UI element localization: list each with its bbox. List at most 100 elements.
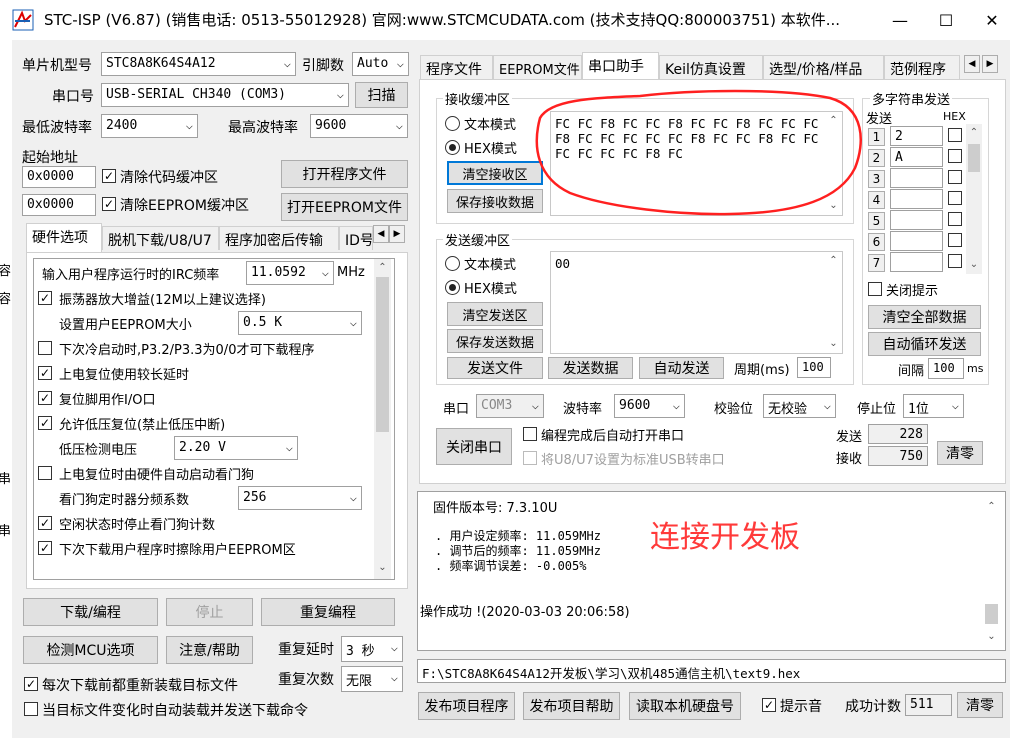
scroll-up-icon[interactable]: ⌃ (966, 124, 982, 141)
recv-hex-mode-radio[interactable] (445, 140, 460, 155)
send-data-button[interactable]: 发送数据 (548, 357, 633, 379)
lvr-checkbox[interactable]: ✓ (38, 416, 52, 430)
tab-id[interactable]: ID号 (339, 226, 373, 250)
download-button[interactable]: 下载/编程 (23, 598, 158, 626)
tab-keil-settings[interactable]: Keil仿真设置 (659, 55, 763, 79)
multi-string-input-3[interactable] (890, 168, 943, 188)
idle-wdt-checkbox[interactable]: ✓ (38, 516, 52, 530)
clear-count-button[interactable]: 清零 (937, 441, 983, 465)
multi-send-button-1[interactable]: 1 (868, 128, 885, 146)
help-button[interactable]: 注意/帮助 (166, 636, 253, 664)
reprogram-button[interactable]: 重复编程 (261, 598, 395, 626)
tab-eeprom-file[interactable]: EEPROM文件 (493, 55, 582, 79)
max-baud-select[interactable]: 9600 ⌵ (310, 114, 408, 138)
scroll-up-icon[interactable]: ⌃ (374, 259, 391, 276)
publish-program-button[interactable]: 发布项目程序 (418, 692, 515, 720)
scrollbar-thumb[interactable] (968, 144, 980, 172)
tab-hardware[interactable]: 硬件选项 (26, 223, 102, 253)
save-send-button[interactable]: 保存发送数据 (447, 329, 543, 353)
open-eeprom-button[interactable]: 打开EEPROM文件 (281, 193, 408, 221)
check-mcu-button[interactable]: 检测MCU选项 (23, 636, 158, 664)
wdt-div-select[interactable]: 256 ⌵ (238, 486, 362, 510)
eeprom-addr-input[interactable]: 0x0000 (22, 194, 96, 216)
send-file-button[interactable]: 发送文件 (447, 357, 543, 379)
stop-button[interactable]: 停止 (166, 598, 253, 626)
tab-scroll-right-icon[interactable]: ▶ (389, 225, 405, 243)
scrollbar-thumb[interactable] (985, 604, 998, 624)
hardware-options-scrollbar[interactable]: ⌃ ⌄ (374, 259, 391, 579)
osc-gain-checkbox[interactable]: ✓ (38, 291, 52, 305)
multi-send-button-4[interactable]: 4 (868, 191, 885, 209)
tab-examples[interactable]: 范例程序 (884, 55, 960, 79)
code-addr-input[interactable]: 0x0000 (22, 166, 96, 188)
multi-string-scrollbar[interactable]: ⌃ ⌄ (966, 124, 982, 274)
erase-eeprom-checkbox[interactable]: ✓ (38, 541, 52, 555)
period-input[interactable]: 100 (797, 357, 831, 378)
multi-string-input-6[interactable] (890, 231, 943, 251)
close-tip-checkbox[interactable] (868, 282, 882, 296)
multi-string-input-4[interactable] (890, 189, 943, 209)
publish-help-button[interactable]: 发布项目帮助 (523, 692, 620, 720)
scan-button[interactable]: 扫描 (355, 82, 408, 108)
tab-program-file[interactable]: 程序文件 (420, 55, 493, 79)
log-scrollbar[interactable]: ⌃ ⌄ (983, 498, 1000, 648)
multi-hex-checkbox-7[interactable] (948, 254, 962, 268)
tab-scroll-right-icon[interactable]: ▶ (982, 55, 998, 73)
multi-string-input-1[interactable]: 2 (890, 126, 943, 146)
multi-string-input-5[interactable] (890, 210, 943, 230)
scroll-down-icon[interactable]: ⌄ (983, 628, 1000, 645)
clear-eeprom-checkbox[interactable]: ✓ (102, 197, 116, 211)
multi-hex-checkbox-2[interactable] (948, 149, 962, 163)
scroll-up-icon[interactable]: ⌃ (983, 498, 1000, 515)
beep-checkbox[interactable]: ✓ (762, 698, 776, 712)
send-scrollbar[interactable]: ⌃ ⌄ (825, 252, 842, 353)
multi-send-button-6[interactable]: 6 (868, 233, 885, 251)
tab-scroll-left-icon[interactable]: ◀ (373, 225, 389, 243)
scroll-up-icon[interactable]: ⌃ (825, 252, 842, 269)
wdt-auto-checkbox[interactable] (38, 466, 52, 480)
tab-scroll-left-icon[interactable]: ◀ (964, 55, 980, 73)
min-baud-select[interactable]: 2400 ⌵ (101, 114, 198, 138)
tab-encrypt[interactable]: 程序加密后传输 (219, 226, 339, 250)
send-hex-mode-radio[interactable] (445, 280, 460, 295)
open-program-button[interactable]: 打开程序文件 (281, 160, 408, 188)
clear-code-checkbox[interactable]: ✓ (102, 169, 116, 183)
serial-port-select[interactable]: COM3 ⌵ (476, 394, 544, 418)
tab-offline[interactable]: 脱机下载/U8/U7 (102, 226, 219, 250)
autoload-checkbox[interactable] (24, 702, 38, 716)
save-receive-button[interactable]: 保存接收数据 (447, 189, 543, 213)
pins-select[interactable]: Auto ⌵ (352, 52, 409, 76)
multi-string-input-2[interactable]: A (890, 147, 943, 167)
interval-input[interactable]: 100 (928, 358, 964, 379)
irc-select[interactable]: 11.0592 ⌵ (246, 261, 334, 285)
multi-hex-checkbox-6[interactable] (948, 233, 962, 247)
close-port-button[interactable]: 关闭串口 (436, 428, 512, 465)
multi-send-button-2[interactable]: 2 (868, 149, 885, 167)
success-count-clear-button[interactable]: 清零 (957, 692, 1003, 718)
auto-open-checkbox[interactable] (523, 427, 537, 441)
cold-start-checkbox[interactable] (38, 341, 52, 355)
retry-delay-select[interactable]: 3 秒 ⌵ (341, 636, 403, 662)
usb-serial-checkbox[interactable] (523, 451, 537, 465)
multi-send-button-3[interactable]: 3 (868, 170, 885, 188)
mcu-type-select[interactable]: STC8A8K64S4A12 ⌵ (101, 52, 296, 76)
clear-send-button[interactable]: 清空发送区 (447, 302, 543, 326)
maximize-button[interactable]: ☐ (923, 0, 969, 40)
reload-checkbox[interactable]: ✓ (24, 677, 38, 691)
stop-bits-select[interactable]: 1位 ⌵ (903, 394, 964, 418)
clear-receive-button[interactable]: 清空接收区 (447, 161, 543, 185)
auto-send-button[interactable]: 自动发送 (639, 357, 724, 379)
lvd-select[interactable]: 2.20 V ⌵ (174, 436, 298, 460)
multi-hex-checkbox-4[interactable] (948, 191, 962, 205)
multi-hex-checkbox-3[interactable] (948, 170, 962, 184)
multi-hex-checkbox-1[interactable] (948, 128, 962, 142)
por-delay-checkbox[interactable]: ✓ (38, 366, 52, 380)
read-disk-id-button[interactable]: 读取本机硬盘号 (629, 692, 741, 720)
port-select[interactable]: USB-SERIAL CH340 (COM3) ⌵ (101, 83, 349, 107)
send-text-mode-radio[interactable] (445, 256, 460, 271)
tab-selection-price[interactable]: 选型/价格/样品 (763, 55, 884, 79)
serial-baud-select[interactable]: 9600 ⌵ (614, 394, 685, 418)
clear-all-button[interactable]: 清空全部数据 (868, 305, 981, 329)
close-button[interactable]: ✕ (969, 0, 1015, 40)
minimize-button[interactable]: — (877, 0, 923, 40)
